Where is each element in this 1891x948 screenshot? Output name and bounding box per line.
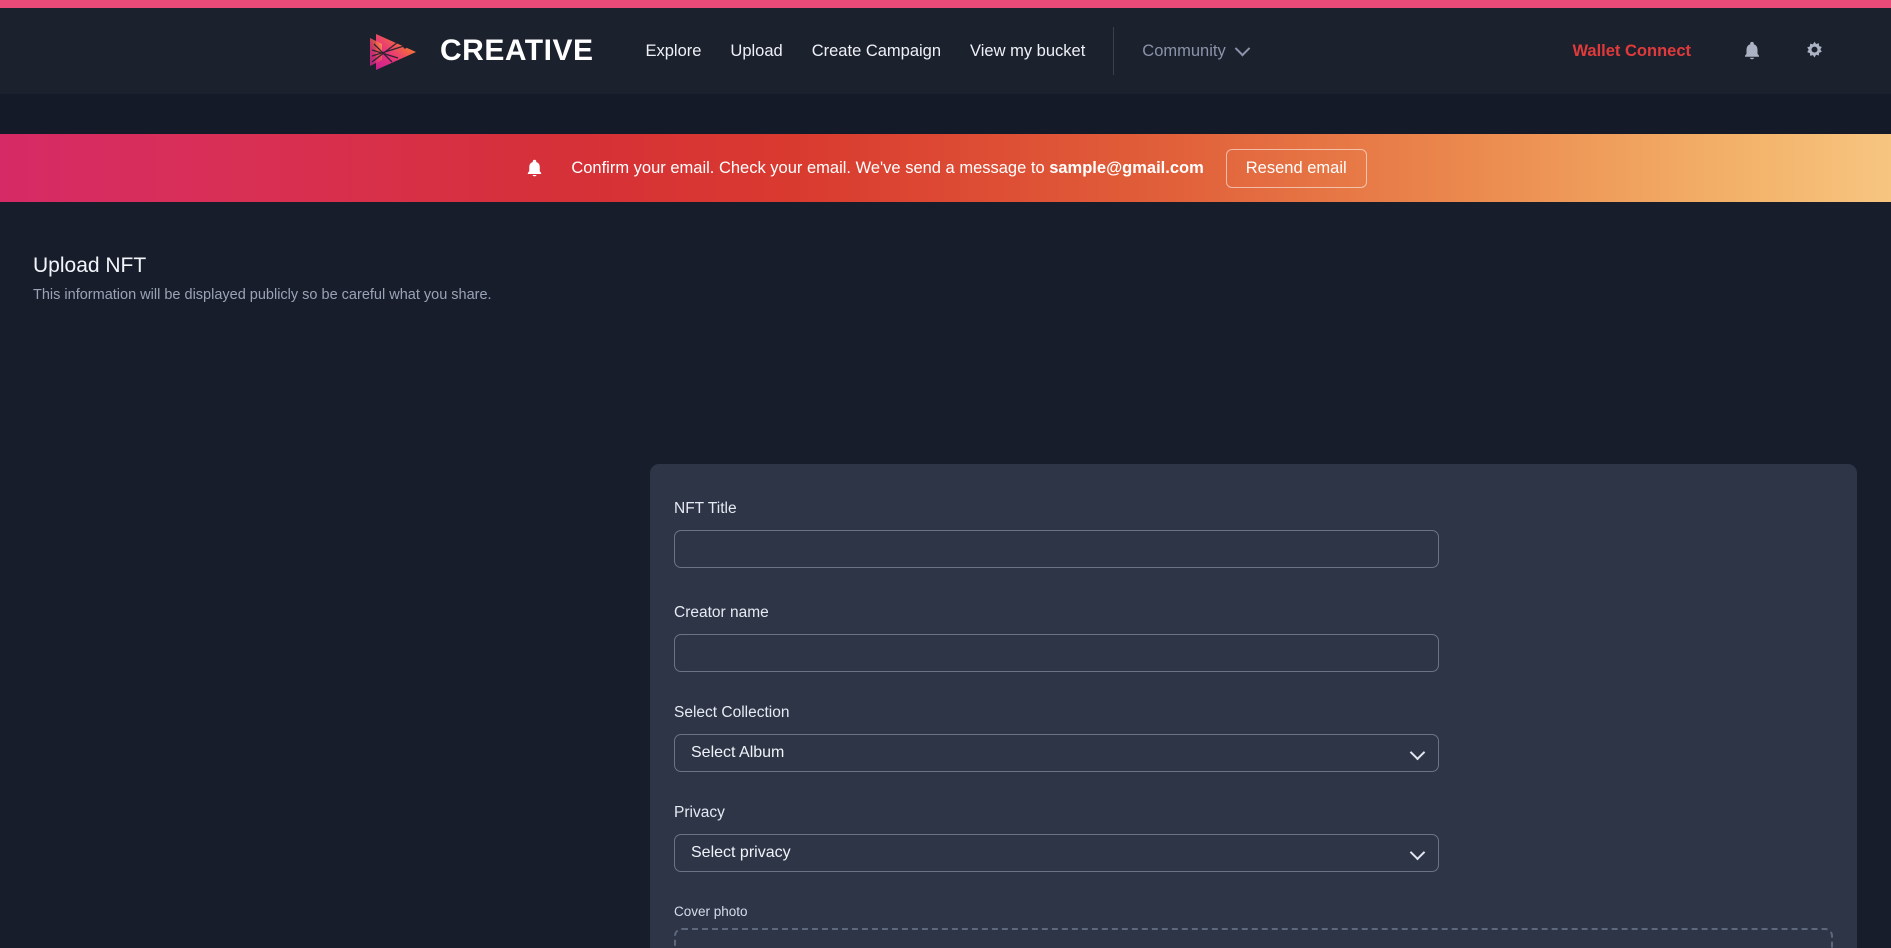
creator-name-input[interactable] — [674, 634, 1439, 672]
select-privacy-value: Select privacy — [691, 844, 791, 861]
field-select-collection: Select Collection Select Album — [674, 704, 1833, 772]
resend-email-button[interactable]: Resend email — [1225, 148, 1367, 188]
page-title: Upload NFT — [33, 254, 147, 277]
select-privacy-wrapper: Select privacy — [674, 834, 1439, 872]
chevron-down-icon — [1234, 40, 1251, 56]
header-actions: Wallet Connect — [1572, 8, 1891, 94]
nav-item-create-campaign[interactable]: Create Campaign — [812, 42, 941, 61]
cover-photo-dropzone[interactable]: Upload a file or drag and drop PNG, JPG,… — [674, 928, 1833, 948]
select-collection-value: Select Album — [691, 744, 785, 761]
nft-title-label: NFT Title — [674, 500, 737, 517]
select-collection-label: Select Collection — [674, 704, 790, 721]
notification-bell-icon[interactable] — [1735, 34, 1769, 68]
main-content: Upload NFT This information will be disp… — [0, 202, 1891, 948]
nav-item-explore[interactable]: Explore — [645, 42, 701, 61]
main-nav: Explore Upload Create Campaign View my b… — [645, 42, 1085, 61]
cover-photo-label: Cover photo — [674, 904, 748, 919]
page-intro: Upload NFT This information will be disp… — [33, 254, 593, 303]
email-confirmation-banner: Confirm your email. Check your email. We… — [0, 134, 1891, 202]
privacy-label: Privacy — [674, 804, 725, 821]
community-label: Community — [1142, 41, 1226, 60]
nav-divider — [1113, 27, 1115, 75]
field-creator-name: Creator name — [674, 604, 1833, 672]
brand-logo-group[interactable]: CREATIVE — [368, 28, 593, 74]
nav-item-view-my-bucket[interactable]: View my bucket — [970, 42, 1085, 61]
creator-name-label: Creator name — [674, 604, 769, 621]
creative-play-logo-icon — [370, 34, 416, 70]
field-nft-title: NFT Title — [674, 500, 1833, 568]
field-privacy: Privacy Select privacy — [674, 804, 1833, 872]
nav-item-upload[interactable]: Upload — [730, 42, 782, 61]
select-collection-wrapper: Select Album — [674, 734, 1439, 772]
select-collection-dropdown[interactable]: Select Album — [674, 734, 1439, 772]
bell-icon — [524, 158, 545, 179]
banner-message-prefix: Confirm your email. Check your email. We… — [571, 158, 1050, 177]
wallet-connect-button[interactable]: Wallet Connect — [1572, 42, 1691, 61]
settings-gear-icon[interactable] — [1797, 34, 1831, 68]
nft-title-input[interactable] — [674, 530, 1439, 568]
upload-nft-form-panel: NFT Title Creator name Select Collection… — [650, 464, 1857, 948]
banner-message: Confirm your email. Check your email. We… — [571, 159, 1203, 178]
top-accent-bar — [0, 0, 1891, 8]
community-dropdown[interactable]: Community — [1142, 40, 1251, 61]
header-sub-strip — [0, 94, 1891, 134]
select-privacy-dropdown[interactable]: Select privacy — [674, 834, 1439, 872]
banner-email: sample@gmail.com — [1049, 158, 1204, 177]
page-subtitle: This information will be displayed publi… — [33, 287, 492, 303]
site-header: CREATIVE Explore Upload Create Campaign … — [0, 8, 1891, 94]
brand-name: CREATIVE — [440, 34, 594, 67]
field-cover-photo: Cover photo Upload a file or drag and dr… — [674, 904, 1833, 948]
